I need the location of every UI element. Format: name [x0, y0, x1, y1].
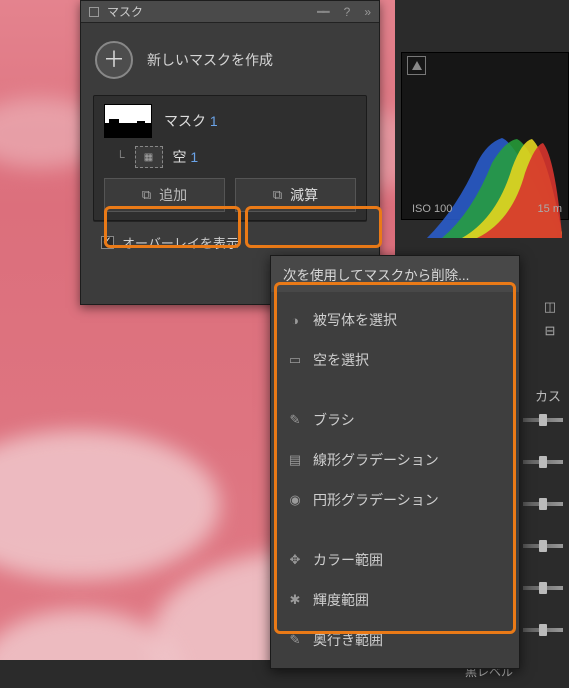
panel-switch-icon[interactable]: ◫	[539, 297, 561, 317]
subtract-overlap-icon: ⧉	[273, 187, 282, 203]
exif-row: ISO 100 15 m	[412, 203, 562, 215]
mask-name[interactable]: マスク 1	[164, 111, 218, 131]
mask-thumbnail[interactable]	[104, 104, 152, 138]
menu-item-color-range[interactable]: ✥ カラー範囲	[271, 540, 519, 580]
section-title: カス	[535, 386, 561, 405]
triangle-up-icon	[412, 61, 422, 70]
checkbox-checked-icon[interactable]	[101, 236, 114, 249]
panel-titlebar[interactable]: マスク ━━ ? »	[81, 1, 379, 23]
sky-icon: ▭	[287, 352, 303, 368]
drag-handle-icon[interactable]: ━━	[317, 5, 327, 19]
add-mask-button[interactable]: ＋	[95, 41, 133, 79]
create-mask-label: 新しいマスクを作成	[147, 50, 273, 70]
panel-toggle-icon[interactable]: ⊟	[539, 321, 561, 341]
subject-icon: ◑	[287, 313, 303, 328]
show-overlay-row[interactable]: オーバーレイを表示	[93, 221, 367, 252]
menu-item-radial-gradient[interactable]: ◉ 円形グラデーション	[271, 480, 519, 520]
menu-separator	[271, 380, 519, 400]
brush-icon: ✎	[287, 412, 303, 428]
panel-grip-icon	[89, 7, 99, 17]
clipping-indicator[interactable]	[407, 56, 426, 75]
context-menu-title: 次を使用してマスクから削除...	[271, 256, 519, 292]
focal-label: 15 m	[538, 203, 562, 215]
overlay-label: オーバーレイを表示	[122, 233, 239, 252]
color-range-icon: ✥	[287, 552, 303, 568]
mask-component-row[interactable]: └ ▦ 空 1	[104, 138, 356, 170]
menu-item-select-subject[interactable]: ◑ 被写体を選択	[271, 300, 519, 340]
menu-item-linear-gradient[interactable]: ▤ 線形グラデーション	[271, 440, 519, 480]
luminance-range-icon: ✱	[287, 592, 303, 608]
cloud-shape	[0, 430, 220, 580]
linear-gradient-icon: ▤	[287, 452, 303, 468]
help-icon[interactable]: ?	[344, 5, 351, 19]
menu-item-depth-range[interactable]: ✎ 奥行き範囲	[271, 620, 519, 660]
panel-title: マスク	[107, 3, 143, 20]
add-button[interactable]: ⧉ 追加	[104, 178, 225, 212]
menu-separator	[271, 520, 519, 540]
component-thumbnail[interactable]: ▦	[135, 146, 163, 168]
tree-elbow-icon: └	[116, 150, 125, 164]
slider[interactable]	[523, 460, 563, 464]
component-name[interactable]: 空 1	[173, 147, 199, 167]
radial-gradient-icon: ◉	[287, 492, 303, 508]
adjust-sliders	[523, 418, 563, 670]
mask-card[interactable]: マスク 1 └ ▦ 空 1 ⧉ 追加 ⧉ 減算	[93, 95, 367, 221]
chevron-right-icon[interactable]: »	[364, 5, 371, 19]
menu-item-luminance-range[interactable]: ✱ 輝度範囲	[271, 580, 519, 620]
create-mask-row[interactable]: ＋ 新しいマスクを作成	[93, 35, 367, 95]
slider[interactable]	[523, 418, 563, 422]
iso-label: ISO 100	[412, 203, 452, 215]
slider[interactable]	[523, 628, 563, 632]
slider[interactable]	[523, 586, 563, 590]
subtract-button[interactable]: ⧉ 減算	[235, 178, 356, 212]
histogram-panel: ISO 100 15 m	[401, 52, 569, 220]
depth-range-icon: ✎	[287, 632, 303, 648]
context-menu: 次を使用してマスクから削除... ◑ 被写体を選択 ▭ 空を選択 ✎ ブラシ ▤…	[270, 255, 520, 669]
menu-item-brush[interactable]: ✎ ブラシ	[271, 400, 519, 440]
histogram-chart[interactable]	[417, 113, 562, 238]
add-overlap-icon: ⧉	[142, 187, 151, 203]
slider[interactable]	[523, 544, 563, 548]
slider[interactable]	[523, 502, 563, 506]
menu-item-select-sky[interactable]: ▭ 空を選択	[271, 340, 519, 380]
